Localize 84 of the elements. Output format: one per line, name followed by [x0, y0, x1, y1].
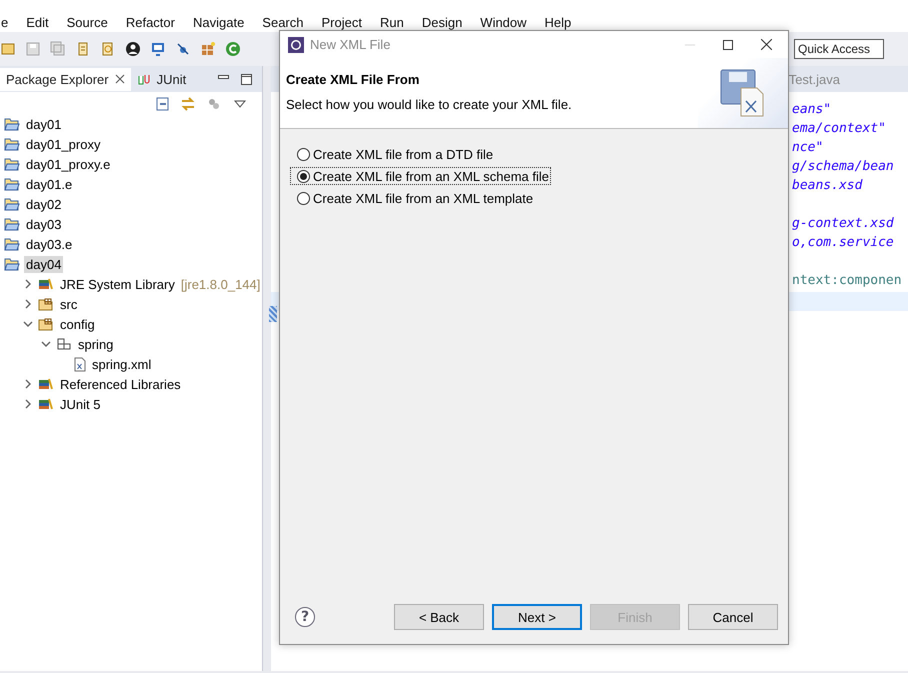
tree-item[interactable]: day03	[24, 216, 64, 232]
menu-item[interactable]: Help	[536, 14, 580, 30]
chevron-right-icon[interactable]	[23, 399, 33, 409]
dialog-button[interactable]: Cancel	[688, 604, 778, 630]
monitor-icon[interactable]	[150, 41, 166, 57]
project-folder-icon	[4, 177, 20, 191]
project-folder-icon	[4, 217, 20, 231]
menu-item[interactable]: Refactor	[116, 14, 184, 30]
new-class-icon[interactable]	[225, 41, 241, 57]
radio-button[interactable]	[297, 192, 310, 204]
radio-option[interactable]: Create XML file from an XML schema file	[290, 167, 552, 185]
tree-item[interactable]: JRE System Library	[58, 276, 177, 292]
menu-item[interactable]: Window	[471, 14, 536, 30]
menu-item[interactable]: Design	[412, 14, 472, 30]
project-folder-icon	[4, 137, 20, 151]
new-icon[interactable]	[0, 41, 16, 57]
menu-item[interactable]: e	[0, 14, 18, 30]
tree-item[interactable]: day04	[24, 256, 64, 272]
radio-option[interactable]: Create XML file from a DTD file	[290, 145, 496, 163]
code-line: ntext:componen	[792, 273, 903, 290]
dialog-button[interactable]: Next >	[492, 604, 582, 630]
tree-item[interactable]: day01_proxy	[24, 136, 102, 152]
maximize-icon[interactable]	[723, 40, 733, 50]
tree-item[interactable]: Referenced Libraries	[58, 376, 183, 392]
dialog-title: New XML File	[310, 37, 390, 52]
person-icon[interactable]	[125, 41, 141, 57]
selection-marker	[269, 306, 277, 322]
chevron-down-icon[interactable]	[41, 339, 51, 349]
chevron-right-icon[interactable]	[23, 299, 33, 309]
chevron-right-icon[interactable]	[23, 279, 33, 289]
tree-item[interactable]: spring.xml	[90, 356, 154, 372]
menu-item[interactable]: Source	[58, 14, 117, 30]
wizard-heading: Create XML File From	[286, 72, 420, 87]
code-line: eans"	[792, 102, 832, 119]
books-icon	[38, 397, 54, 411]
tree-item[interactable]: day01	[24, 116, 64, 132]
code-line: nce"	[792, 140, 824, 157]
project-folder-icon	[4, 237, 20, 251]
books-icon	[38, 277, 54, 291]
help-button[interactable]: ?	[295, 607, 315, 627]
books-icon	[38, 377, 54, 391]
menu-item[interactable]: Navigate	[184, 14, 254, 30]
grid-box-icon[interactable]	[200, 41, 216, 57]
tree-item[interactable]: day01.e	[24, 176, 74, 192]
close-icon[interactable]	[761, 39, 772, 50]
radio-button[interactable]	[297, 170, 310, 182]
wizard-description: Select how you would like to create your XML file.	[286, 97, 572, 112]
radio-option[interactable]: Create XML file from an XML template	[290, 189, 536, 207]
code-line: g/schema/bean	[792, 159, 895, 176]
view-tab[interactable]: Package Explorer	[0, 68, 131, 90]
chevron-down-icon[interactable]	[23, 319, 33, 329]
project-folder-icon	[4, 197, 20, 211]
tree-item[interactable]: src	[58, 296, 80, 312]
project-folder-icon	[4, 157, 20, 171]
collapse-all-icon[interactable]	[154, 96, 170, 112]
quick-access-field[interactable]: Quick Access	[794, 39, 884, 59]
tree-item[interactable]: JUnit 5	[58, 396, 102, 412]
chevron-right-icon[interactable]	[23, 379, 33, 389]
close-icon[interactable]	[114, 74, 125, 84]
code-line: ema/context"	[792, 121, 887, 138]
maximize-icon[interactable]	[241, 74, 252, 84]
tree-item-detail: [jre1.8.0_144]	[180, 276, 260, 292]
xml-file-icon	[74, 356, 86, 372]
project-folder-icon	[4, 117, 20, 131]
code-line: beans.xsd	[792, 178, 864, 195]
tree-item[interactable]: spring	[76, 336, 116, 352]
package-folder-icon	[38, 297, 54, 311]
project-folder-icon	[4, 257, 20, 271]
code-line: o,com.service	[792, 235, 895, 252]
dialog-button[interactable]: < Back	[394, 604, 484, 630]
tree-item[interactable]: day03.e	[24, 236, 74, 252]
tree-item[interactable]: day01_proxy.e	[24, 156, 112, 172]
menu-item[interactable]: Edit	[17, 14, 58, 30]
menu-item[interactable]: Search	[253, 14, 312, 30]
package-icon	[56, 337, 72, 351]
no-breakpoint-icon[interactable]	[175, 41, 191, 57]
tree-item[interactable]: config	[58, 316, 97, 332]
menu-item[interactable]: Project	[312, 14, 371, 30]
package-folder-icon	[38, 317, 54, 331]
tree-item[interactable]: day02	[24, 196, 64, 212]
minimize-icon[interactable]	[218, 74, 229, 82]
code-line: g-context.xsd	[792, 216, 895, 233]
menu-item[interactable]: Run	[370, 14, 413, 30]
radio-button[interactable]	[297, 148, 310, 160]
